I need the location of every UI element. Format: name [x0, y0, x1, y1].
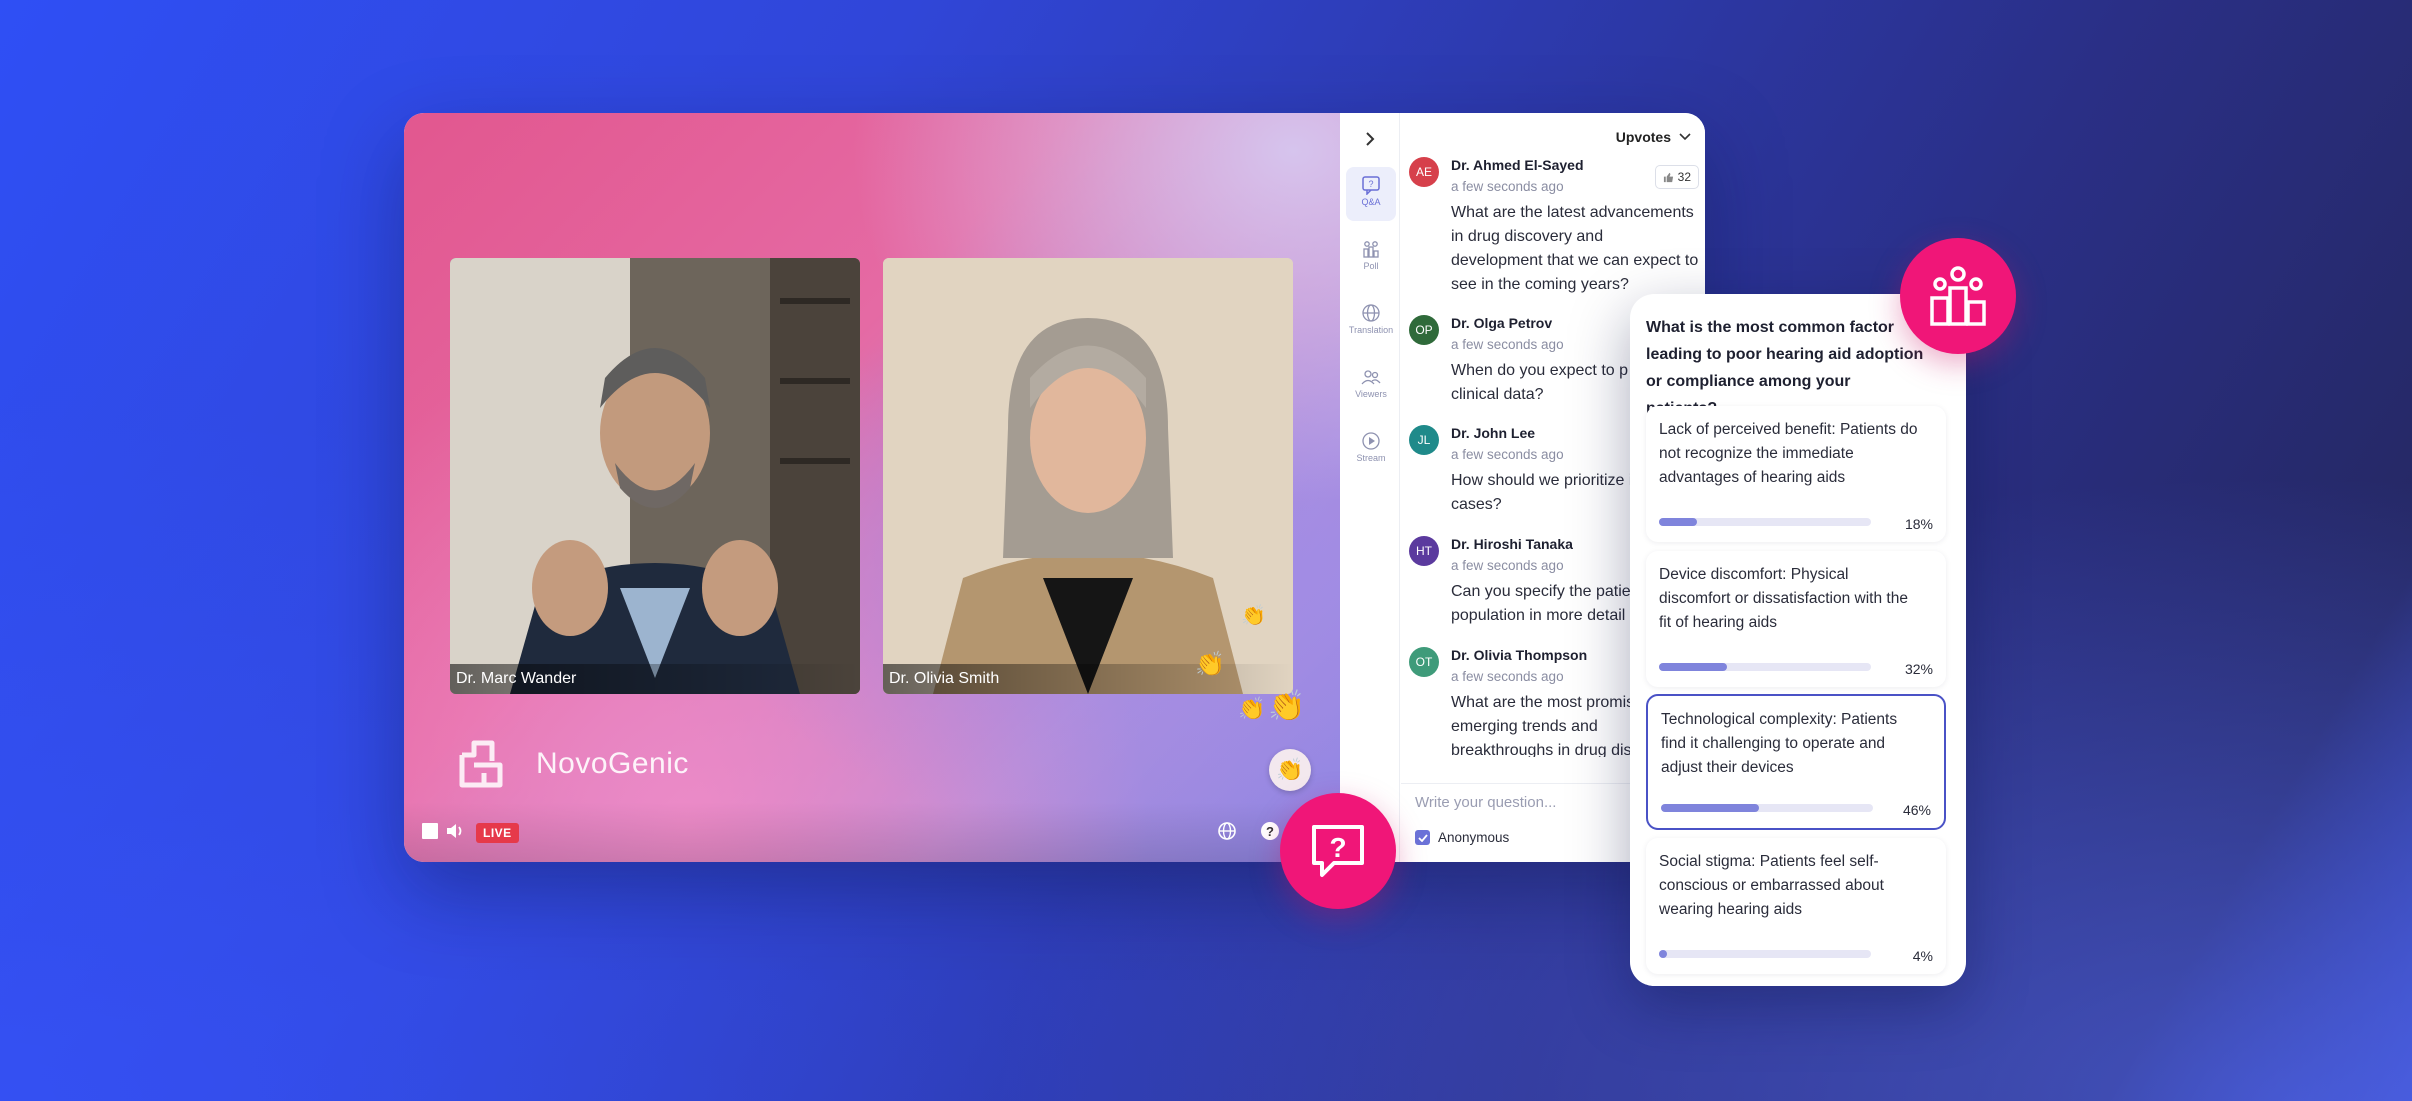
video-tile-speaker-1[interactable]: Dr. Marc Wander: [450, 258, 860, 694]
poll-option[interactable]: Lack of perceived benefit: Patients do n…: [1646, 406, 1946, 542]
rail-item-translation[interactable]: Translation: [1346, 295, 1396, 349]
sort-label: Upvotes: [1615, 129, 1671, 145]
sort-dropdown[interactable]: Upvotes: [1616, 129, 1691, 145]
poll-card: What is the most common factor leading t…: [1630, 294, 1966, 986]
svg-text:?: ?: [1368, 179, 1373, 189]
poll-bar-fill: [1659, 950, 1668, 958]
question-time: a few seconds ago: [1451, 179, 1564, 194]
rail-label: Stream: [1356, 453, 1386, 463]
question-item[interactable]: AE Dr. Ahmed El-Sayed a few seconds ago …: [1409, 157, 1699, 307]
stop-icon[interactable]: [422, 823, 438, 839]
upvote-count: 32: [1677, 170, 1691, 184]
chevron-down-icon: [1679, 133, 1691, 141]
rail-label: Poll: [1363, 261, 1379, 271]
question-author: Dr. Olga Petrov: [1451, 315, 1553, 331]
poll-option-text: Technological complexity: Patients find …: [1661, 711, 1898, 776]
poll-bubble: [1900, 238, 2016, 354]
rail-label: Viewers: [1355, 389, 1387, 399]
poll-option-text: Social stigma: Patients feel self-consci…: [1659, 853, 1884, 918]
speaker-2-video: [883, 258, 1293, 694]
brand-name: NovoGenic: [536, 747, 689, 780]
svg-text:?: ?: [1329, 832, 1346, 863]
poll-bar: [1659, 518, 1871, 526]
question-input[interactable]: Write your question...: [1415, 794, 1556, 811]
poll-bar-fill: [1661, 804, 1759, 812]
svg-text:?: ?: [1266, 824, 1274, 839]
clap-reaction-icon: 👏: [1195, 651, 1225, 678]
avatar: JL: [1409, 425, 1439, 455]
question-author: Dr. Olivia Thompson: [1451, 647, 1588, 663]
question-author: Dr. John Lee: [1451, 425, 1536, 441]
reaction-button[interactable]: 👏: [1269, 749, 1311, 791]
clap-reaction-icon: 👏: [1268, 690, 1306, 723]
live-badge: LIVE: [476, 823, 519, 843]
speaker-1-video: [450, 258, 860, 694]
upvote-button[interactable]: 32: [1654, 165, 1699, 189]
globe-icon: [1362, 304, 1380, 322]
poll-bar-fill: [1659, 663, 1727, 671]
help-icon[interactable]: ?: [1260, 821, 1280, 841]
poll-bar-fill: [1659, 518, 1698, 526]
poll-option[interactable]: Social stigma: Patients feel self-consci…: [1646, 838, 1946, 974]
participant-name: Dr. Olivia Smith: [883, 664, 1293, 694]
player-controls: ?: [404, 802, 1340, 862]
qa-bubble: ?: [1280, 793, 1396, 909]
poll-podium-icon: [1930, 266, 1986, 326]
poll-option-selected[interactable]: Technological complexity: Patients find …: [1646, 694, 1946, 830]
question-author: Dr. Ahmed El-Sayed: [1451, 157, 1584, 173]
side-rail: ? Q&A Poll Translation Viewers Stream: [1340, 113, 1400, 862]
question-time: a few seconds ago: [1451, 337, 1564, 352]
thumbs-up-icon: [1663, 172, 1673, 182]
anonymous-label: Anonymous: [1438, 830, 1510, 845]
poll-bar: [1661, 804, 1873, 812]
question-text: What are the latest advancements in drug…: [1451, 204, 1699, 293]
poll-bar: [1659, 950, 1871, 958]
check-icon: [1417, 833, 1428, 842]
volume-icon[interactable]: [446, 822, 466, 840]
anonymous-toggle[interactable]: Anonymous: [1415, 830, 1509, 845]
poll-percent: 46%: [1902, 802, 1931, 818]
rail-label: Translation: [1348, 325, 1394, 335]
qa-icon: ?: [1362, 176, 1380, 195]
clap-icon: 👏: [1276, 757, 1304, 782]
anonymous-checkbox[interactable]: [1415, 830, 1430, 845]
rail-item-viewers[interactable]: Viewers: [1346, 359, 1396, 413]
poll-percent: 4%: [1912, 948, 1933, 964]
video-stage: Dr. Marc Wander Dr. Olivia Smith 👏 👏 👏 👏…: [404, 113, 1340, 862]
poll-icon: [1363, 241, 1379, 258]
question-chat-icon: ?: [1312, 825, 1364, 877]
play-icon: [1362, 432, 1380, 450]
video-tile-speaker-2[interactable]: Dr. Olivia Smith 👏 👏: [883, 258, 1293, 694]
rail-item-poll[interactable]: Poll: [1346, 231, 1396, 285]
poll-percent: 18%: [1904, 516, 1933, 532]
rail-item-stream[interactable]: Stream: [1346, 423, 1396, 477]
poll-option-text: Lack of perceived benefit: Patients do n…: [1659, 421, 1918, 486]
question-author: Dr. Hiroshi Tanaka: [1451, 536, 1573, 552]
rail-item-qa[interactable]: ? Q&A: [1346, 167, 1396, 221]
viewers-icon: [1361, 370, 1381, 385]
poll-option-text: Device discomfort: Physical discomfort o…: [1659, 566, 1908, 631]
rail-label: Q&A: [1361, 197, 1381, 207]
poll-option[interactable]: Device discomfort: Physical discomfort o…: [1646, 551, 1946, 687]
poll-percent: 32%: [1904, 661, 1933, 677]
question-time: a few seconds ago: [1451, 558, 1564, 573]
participant-name: Dr. Marc Wander: [450, 664, 860, 694]
question-time: a few seconds ago: [1451, 669, 1564, 684]
poll-bar: [1659, 663, 1871, 671]
avatar: OP: [1409, 315, 1439, 345]
clap-reaction-icon: 👏: [1238, 696, 1266, 721]
avatar: AE: [1409, 157, 1439, 187]
brand: NovoGenic: [452, 735, 689, 793]
avatar: OT: [1409, 647, 1439, 677]
avatar: HT: [1409, 536, 1439, 566]
globe-icon[interactable]: [1217, 821, 1237, 841]
question-time: a few seconds ago: [1451, 447, 1564, 462]
webinar-window: Dr. Marc Wander Dr. Olivia Smith 👏 👏 👏 👏…: [404, 113, 1705, 862]
clap-reaction-icon: 👏: [1241, 605, 1266, 627]
collapse-chevron-icon[interactable]: [1364, 131, 1376, 147]
novogenic-logo-icon: [459, 740, 503, 788]
